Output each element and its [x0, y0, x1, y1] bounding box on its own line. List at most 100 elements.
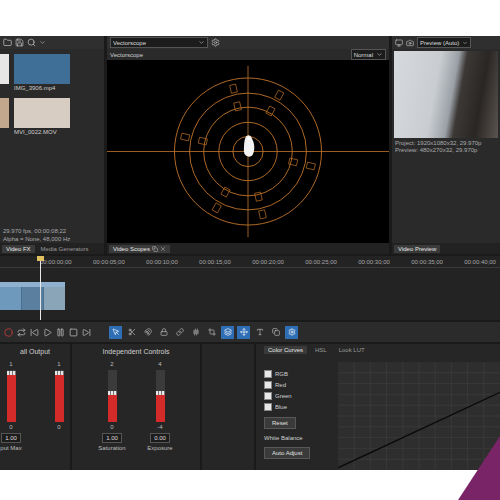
- button[interactable]: Reset: [264, 417, 296, 429]
- tool-button[interactable]: [269, 326, 282, 339]
- project-info: Project: 1920x1080x32, 29.970p: [395, 140, 497, 147]
- chevron-down-icon[interactable]: [376, 51, 383, 58]
- panel-tab[interactable]: Look LUT: [335, 346, 369, 354]
- scope-title: Vectorscope: [110, 52, 143, 58]
- panel-tab[interactable]: HSL: [311, 346, 331, 354]
- chevron-down-icon[interactable]: [198, 39, 205, 46]
- slider-value[interactable]: 1.00: [102, 433, 122, 443]
- folder-icon[interactable]: [3, 38, 12, 47]
- tool-icon[interactable]: [144, 328, 152, 336]
- tool-button[interactable]: [189, 326, 202, 339]
- playhead-marker: [37, 256, 44, 261]
- tool-icon[interactable]: [160, 328, 168, 336]
- panel-tab[interactable]: Media Generators: [37, 245, 93, 253]
- stop-icon[interactable]: [69, 328, 78, 337]
- dropdown[interactable]: Preview (Auto): [417, 37, 471, 48]
- media-item[interactable]: IMG_3906.mp4: [14, 54, 70, 92]
- undock-icon[interactable]: [152, 246, 158, 252]
- channel-checkbox[interactable]: RGB: [264, 370, 334, 378]
- clip-frame: [0, 287, 21, 310]
- monitor-icon[interactable]: [395, 39, 403, 47]
- vertical-slider[interactable]: 4-40.00Exposure: [147, 361, 173, 451]
- save-icon[interactable]: [15, 38, 24, 47]
- tool-icon[interactable]: [256, 328, 264, 336]
- tool-button[interactable]: [157, 326, 170, 339]
- playhead[interactable]: [40, 256, 41, 320]
- slider-value[interactable]: 1.00: [1, 433, 21, 443]
- tool-icon[interactable]: [224, 328, 232, 336]
- slider-handle[interactable]: [7, 371, 16, 375]
- tool-button[interactable]: [237, 326, 250, 339]
- search-icon[interactable]: [27, 38, 36, 47]
- go-to-end-icon[interactable]: [82, 328, 91, 337]
- slider-limit: 0: [9, 424, 12, 431]
- slider-value[interactable]: 0.00: [150, 433, 170, 443]
- checkbox[interactable]: [264, 392, 272, 400]
- tool-icon[interactable]: [112, 328, 120, 336]
- media-item[interactable]: [0, 98, 9, 136]
- curve-line[interactable]: [338, 392, 500, 468]
- vertical-slider[interactable]: 101.00put Max: [0, 361, 24, 451]
- tool-button[interactable]: [205, 326, 218, 339]
- media-item[interactable]: [0, 54, 9, 92]
- dropdown[interactable]: Normal: [351, 49, 386, 60]
- slider-track: [55, 370, 64, 422]
- button[interactable]: Auto Adjust: [264, 447, 310, 459]
- tool-icon[interactable]: [128, 328, 136, 336]
- tool-icon[interactable]: [288, 328, 296, 336]
- panel-tab[interactable]: Color Curves: [264, 346, 307, 354]
- checkbox[interactable]: [264, 370, 272, 378]
- video-preview-panel: Preview (Auto) Project: 1920x1080x32, 29.…: [392, 36, 500, 254]
- gear-icon[interactable]: [211, 38, 220, 47]
- vectorscope-chart: [107, 60, 389, 243]
- spacer: [392, 156, 500, 243]
- color-grading-panel: all Output101.00put Max10Independent Con…: [0, 344, 500, 470]
- tool-button[interactable]: [285, 326, 298, 339]
- tool-icon[interactable]: [208, 328, 216, 336]
- tool-icon[interactable]: [192, 328, 200, 336]
- scope-ring: [174, 78, 321, 225]
- chevron-down-icon[interactable]: [39, 39, 46, 46]
- channel-checkbox[interactable]: Blue: [264, 403, 334, 411]
- output-section: all Output101.00put Max10: [0, 344, 70, 470]
- slider-handle[interactable]: [108, 391, 117, 395]
- panel-tab[interactable]: Video FX: [2, 245, 35, 253]
- close-icon[interactable]: [160, 246, 166, 252]
- ruler-label: 00:00:10;00: [146, 259, 178, 265]
- tool-icon[interactable]: [176, 328, 184, 336]
- tool-button[interactable]: [173, 326, 186, 339]
- checkbox[interactable]: [264, 403, 272, 411]
- panel-tab[interactable]: Video Scopes: [109, 245, 170, 253]
- curve-graph[interactable]: [338, 362, 500, 470]
- project-media-panel: IMG_3906.mp4MVI_0022.MOV29.970 fps, 00:0…: [0, 36, 104, 254]
- go-to-start-icon[interactable]: [30, 328, 39, 337]
- video-clip[interactable]: [0, 282, 65, 310]
- channel-checkbox[interactable]: Red: [264, 381, 334, 389]
- vertical-slider[interactable]: 201.00Saturation: [99, 361, 125, 451]
- tool-button[interactable]: [253, 326, 266, 339]
- play-icon[interactable]: [43, 328, 52, 337]
- snapshot-icon[interactable]: [406, 39, 414, 47]
- vertical-slider[interactable]: 10: [46, 361, 72, 451]
- tool-button[interactable]: [141, 326, 154, 339]
- channel-checkbox[interactable]: Green: [264, 392, 334, 400]
- media-item[interactable]: MVI_0022.MOV: [14, 98, 70, 136]
- tool-button[interactable]: [109, 326, 122, 339]
- record-icon[interactable]: [4, 328, 13, 337]
- tool-button[interactable]: [221, 326, 234, 339]
- slider-handle[interactable]: [55, 371, 64, 375]
- chevron-down-icon[interactable]: [462, 40, 468, 46]
- tool-icon[interactable]: [240, 328, 248, 336]
- slider-handle[interactable]: [156, 391, 165, 395]
- tool-icon[interactable]: [272, 328, 280, 336]
- scope-ring: [219, 122, 277, 180]
- checkbox[interactable]: [264, 381, 272, 389]
- tool-button[interactable]: [125, 326, 138, 339]
- checkbox-label: Red: [275, 382, 286, 388]
- ruler-label: 00:00:40;00: [464, 259, 496, 265]
- panel-tab[interactable]: Video Preview: [394, 245, 440, 253]
- loop-icon[interactable]: [17, 328, 26, 337]
- ruler-label: 00:00:25;00: [305, 259, 337, 265]
- dropdown[interactable]: Vectorscope: [110, 37, 208, 48]
- pause-icon[interactable]: [56, 328, 65, 337]
